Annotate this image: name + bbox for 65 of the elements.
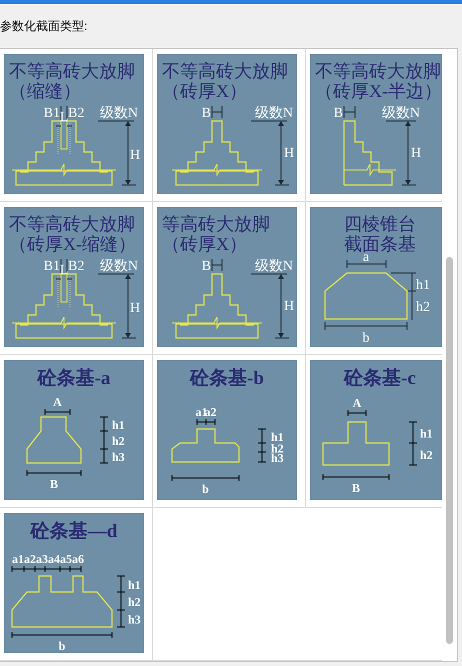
diagram-title: 截面条基	[344, 234, 416, 254]
dimension-label: h1	[112, 418, 125, 432]
dimension-label: 级数N	[100, 106, 138, 121]
dimension-label: H	[284, 299, 294, 314]
section-tile[interactable]: 砼条基—d a1a2a3a4a5a6 h1 h2 h3 b	[0, 508, 153, 660]
diagram-title: 砼条基-a	[38, 368, 110, 389]
diagram-title: 砼条基—d	[30, 521, 118, 542]
dimension-label: a2	[204, 405, 216, 419]
dimension-label: a1	[196, 405, 208, 419]
dimension-label: B1	[44, 106, 60, 121]
diagram-title: （砖厚X-半边）	[315, 81, 442, 101]
dimension-label: B	[334, 106, 343, 121]
dimension-label: h2	[128, 595, 141, 609]
dimension-label: h2	[420, 448, 433, 462]
diagram-title: 不等高砖大放脚	[9, 61, 135, 81]
diagram-title: （砖厚X-缩缝）	[9, 234, 136, 254]
section-tile[interactable]: 不等高砖大放脚 （砖厚X-半边） B 级数N H	[306, 49, 442, 201]
diagram-title: 四棱锥台	[344, 214, 416, 234]
dimension-label: 级数N	[254, 259, 293, 274]
dimension-label: 级数N	[382, 106, 420, 121]
dimension-label: b	[58, 639, 66, 653]
dimension-label: B	[202, 106, 211, 121]
dimension-label: h1	[416, 278, 430, 293]
dimension-label: h1	[128, 578, 141, 592]
dimension-label: B2	[68, 259, 84, 274]
diagram-title: 不等高砖大放脚	[9, 214, 135, 234]
dimension-label: h3	[271, 451, 284, 465]
scrollbar-thumb[interactable]	[446, 257, 454, 644]
diagram-title: 等高砖大放脚	[162, 214, 270, 234]
dimension-label: B2	[68, 106, 84, 121]
dimension-label: b	[202, 482, 209, 496]
diagram-title: 不等高砖大放脚	[315, 61, 441, 81]
dimension-label: h2	[416, 300, 430, 315]
dimension-label: h1	[271, 430, 284, 444]
dimension-label: A	[352, 396, 362, 410]
dimension-label: b	[362, 331, 370, 346]
dimension-label: B1	[44, 259, 60, 274]
dimension-label: a1a2a3a4a5a6	[12, 552, 84, 566]
dimension-label: h3	[112, 450, 125, 464]
dimension-label: h2	[112, 434, 125, 448]
dimension-label: H	[411, 146, 422, 161]
dimension-label: h1	[420, 426, 433, 440]
section-tile[interactable]: 等高砖大放脚 （砖厚X） B 级数N H	[153, 202, 306, 354]
dimension-label: 级数N	[254, 106, 293, 121]
dimension-label: B	[202, 259, 211, 274]
dimension-label: A	[53, 395, 62, 409]
dimension-label: 级数N	[100, 259, 138, 274]
dimension-label: H	[130, 301, 140, 316]
section-tile[interactable]: 砼条基-a A h1 h2 h3 B	[0, 355, 153, 507]
dimension-label: B	[50, 477, 58, 491]
diagram-title: （砖厚X）	[162, 81, 247, 101]
dimension-label: H	[130, 148, 140, 163]
section-type-heading: 参数化截面类型:	[0, 18, 88, 35]
section-tile[interactable]: 不等高砖大放脚 （砖厚X） B 级数N H	[153, 49, 306, 201]
section-tile[interactable]: 砼条基-c A h1 h2 B	[306, 355, 442, 507]
dimension-label: h3	[128, 612, 141, 626]
dimension-label: B	[352, 481, 360, 495]
dimension-label: H	[284, 146, 294, 161]
diagram-title: 不等高砖大放脚	[162, 61, 288, 81]
section-tile[interactable]: 砼条基-b a1a2 h1 h2 h3 b	[153, 355, 306, 507]
diagram-title: （砖厚X）	[162, 234, 247, 254]
section-tile[interactable]: 四棱锥台 截面条基 a h1 h2 b	[306, 202, 442, 354]
diagram-title: （缩缝）	[9, 81, 81, 101]
diagram-title: 砼条基-c	[344, 368, 416, 389]
diagram-title: 砼条基-b	[190, 368, 264, 389]
